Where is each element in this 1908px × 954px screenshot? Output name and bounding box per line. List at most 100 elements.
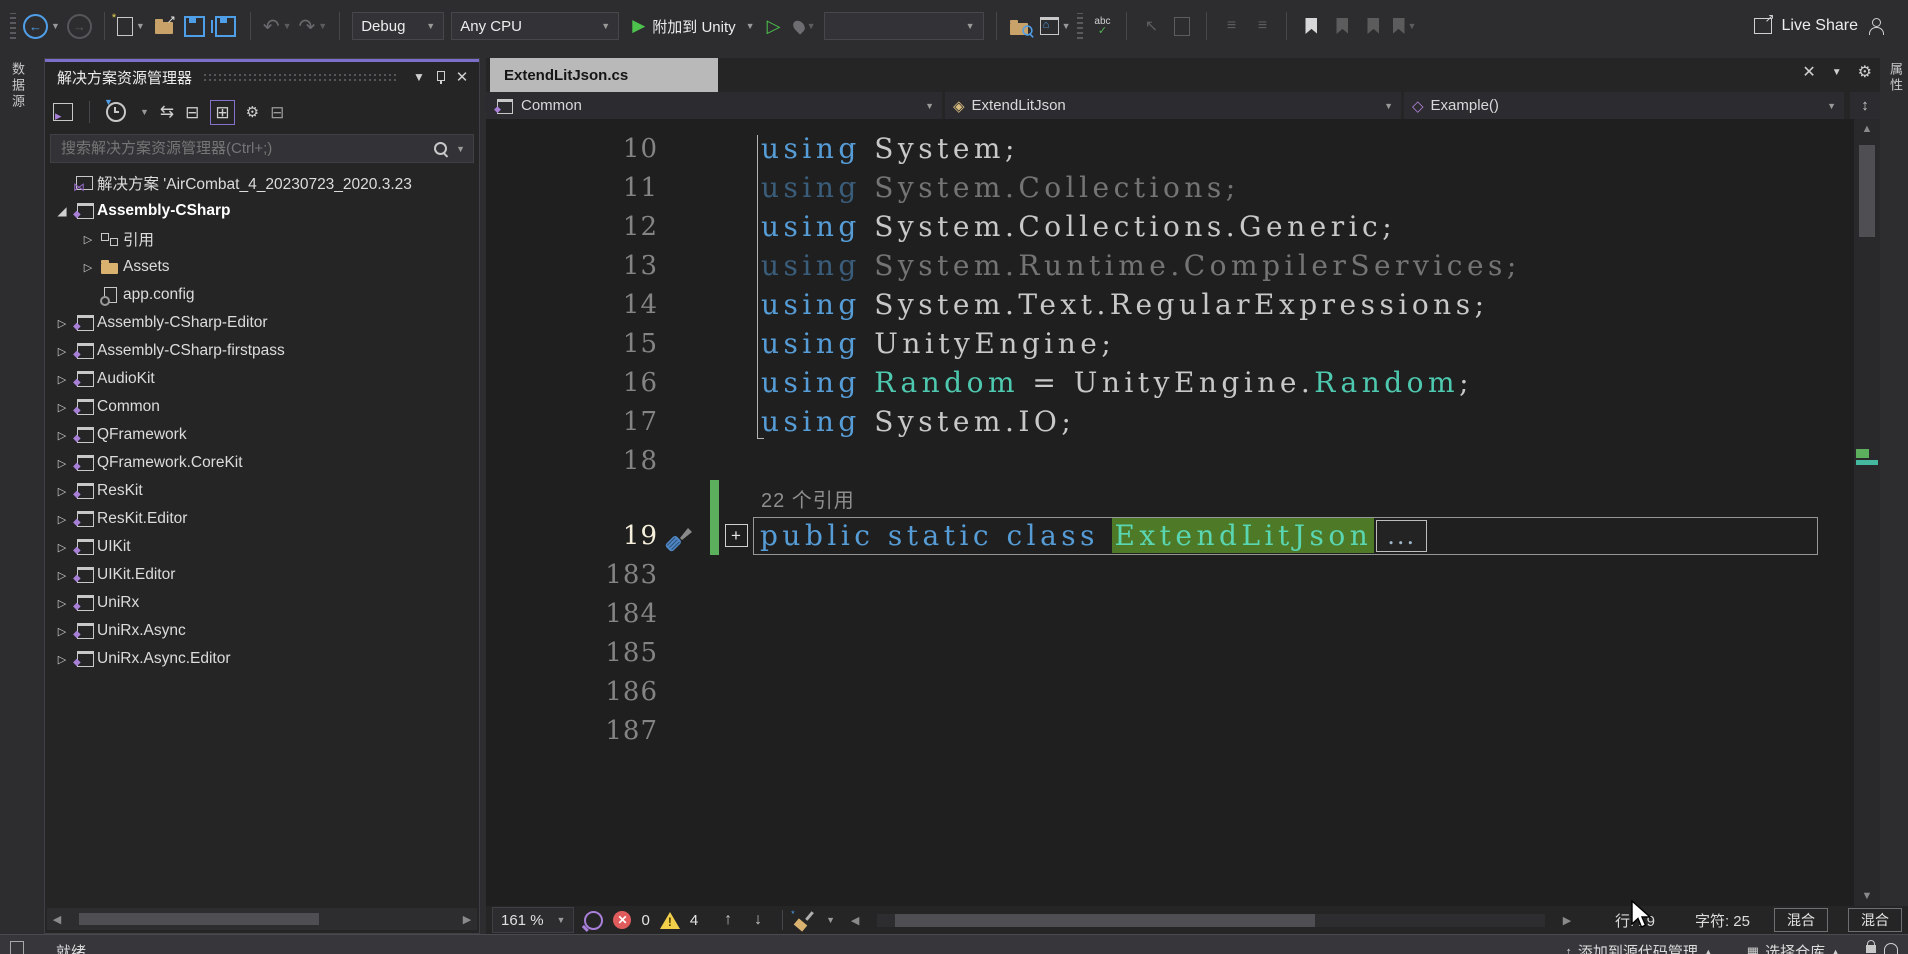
expand-region-button[interactable]: + <box>724 524 748 547</box>
expander-icon[interactable] <box>51 457 73 470</box>
code-line[interactable]: 16 using Random = UnityEngine.Random; <box>486 363 1854 402</box>
code-line[interactable]: 183 <box>486 555 1854 594</box>
properties-wrench-button[interactable]: ⚙ <box>246 103 259 121</box>
member-dropdown[interactable]: ◇ Example() ▼ <box>1404 92 1844 119</box>
code-editor[interactable]: 10 using System; 11 using System.Collection… <box>486 119 1854 906</box>
increase-indent-button[interactable]: ≡ <box>1250 10 1274 42</box>
select-repository-button[interactable]: ▦ 选择仓库 ▲ <box>1747 941 1840 954</box>
hscroll-thumb[interactable] <box>895 913 1316 927</box>
switch-views-button[interactable] <box>53 103 73 124</box>
add-to-source-control-button[interactable]: ↑ 添加到源代码管理 ▲ <box>1565 941 1712 954</box>
toolbar-grip[interactable] <box>1077 13 1084 39</box>
code-line[interactable]: 184 <box>486 594 1854 633</box>
quick-actions-icon[interactable] <box>664 525 694 555</box>
empty-dropdown[interactable]: ▼ <box>823 12 984 40</box>
selected-class-name[interactable]: ExtendLitJson <box>1112 518 1375 553</box>
error-icon[interactable]: ✕ <box>613 911 632 929</box>
zoom-dropdown[interactable]: 161 % ▼ <box>492 907 575 933</box>
previous-bookmark-button[interactable] <box>1330 10 1354 42</box>
preview-selected-items-toggle[interactable]: ⊞ <box>210 99 235 125</box>
warning-count[interactable]: 4 <box>690 912 698 929</box>
collapsed-class-declaration[interactable]: public static class ExtendLitJson ... <box>753 516 1818 555</box>
scroll-up-arrow[interactable]: ▲ <box>1854 123 1880 135</box>
code-line[interactable]: 18 <box>486 441 1854 480</box>
tree-item[interactable]: Common <box>45 393 479 421</box>
expander-icon[interactable] <box>51 541 73 554</box>
code-line[interactable]: 13 using System.Runtime.CompilerServices; <box>486 246 1854 285</box>
tree-item[interactable]: ResKit <box>45 477 479 505</box>
panel-drag-handle[interactable] <box>204 73 398 81</box>
search-input[interactable] <box>59 139 429 158</box>
tree-item[interactable]: ResKit.Editor <box>45 505 479 533</box>
toggle-bookmark-button[interactable] <box>1299 10 1323 42</box>
decrease-indent-button[interactable]: ≡ <box>1219 10 1243 42</box>
expander-icon[interactable] <box>51 485 73 498</box>
search-icon[interactable] <box>434 142 448 155</box>
undo-button[interactable]: ↶ ▼ <box>263 10 292 42</box>
window-position-dropdown[interactable]: ▼ <box>410 70 428 84</box>
code-line[interactable]: 186 <box>486 672 1854 711</box>
toolbar-grip[interactable] <box>10 13 16 39</box>
expander-icon[interactable] <box>51 569 73 582</box>
live-share-button[interactable]: Live Share <box>1782 17 1859 35</box>
notifications-bell-icon[interactable] <box>1884 943 1898 954</box>
clear-bookmarks-button[interactable]: ▼ <box>1392 10 1416 42</box>
save-button[interactable] <box>183 10 207 42</box>
tree-item[interactable]: AudioKit <box>45 365 479 393</box>
show-all-files-button[interactable]: ⊟ <box>270 104 284 121</box>
code-line[interactable]: 11 using System.Collections; <box>486 168 1854 207</box>
new-item-button[interactable]: * ▼ <box>112 10 145 42</box>
editor-hscrollbar[interactable] <box>877 913 1545 927</box>
close-document-button[interactable]: ✕ <box>1802 62 1815 82</box>
expander-icon[interactable] <box>51 317 73 330</box>
next-issue-button[interactable]: ↓ <box>754 911 762 929</box>
encoding-indicator[interactable]: 混合 <box>1774 908 1828 932</box>
search-options-dropdown[interactable]: ▼ <box>456 144 465 154</box>
hscroll-thumb[interactable] <box>79 913 319 925</box>
expander-icon[interactable] <box>77 233 99 246</box>
char-indicator[interactable]: 字符: 25 <box>1695 910 1750 931</box>
error-count[interactable]: 0 <box>641 912 649 929</box>
tree-item[interactable]: Assembly-CSharp-firstpass <box>45 337 479 365</box>
save-all-button[interactable] <box>211 10 238 42</box>
line-ending-indicator[interactable]: 混合 <box>1848 908 1902 932</box>
tree-item[interactable]: UIKit.Editor <box>45 561 479 589</box>
hscroll-left-arrow[interactable]: ◀ <box>845 914 865 927</box>
previous-issue-button[interactable]: ↑ <box>724 911 732 929</box>
expander-icon[interactable] <box>51 429 73 442</box>
warning-icon[interactable] <box>659 911 680 929</box>
scroll-down-arrow[interactable]: ▼ <box>1854 890 1880 902</box>
pending-changes-filter-button[interactable]: ▼ <box>104 97 126 122</box>
configuration-dropdown[interactable]: Debug ▼ <box>352 12 445 40</box>
expander-icon[interactable] <box>51 401 73 414</box>
next-bookmark-button[interactable] <box>1361 10 1385 42</box>
code-line[interactable]: 185 <box>486 633 1854 672</box>
code-health-icon[interactable] <box>584 910 604 930</box>
code-line-19[interactable]: 19 + public static class ExtendLitJson .… <box>486 516 1854 555</box>
code-line[interactable]: 15 using UnityEngine; <box>486 324 1854 363</box>
platform-dropdown[interactable]: Any CPU ▼ <box>451 12 620 40</box>
close-panel-button[interactable]: ✕ <box>453 68 471 86</box>
tree-item[interactable]: 解决方案 'AirCombat_4_20230723_2020.3.23 <box>45 169 479 197</box>
collapsed-region-ellipsis[interactable]: ... <box>1376 519 1428 552</box>
document-list-dropdown[interactable]: ▼ <box>1832 67 1842 78</box>
collapse-all-button[interactable]: ⊟ <box>185 104 199 121</box>
account-icon[interactable] <box>1868 18 1884 35</box>
tree-item[interactable]: QFramework <box>45 421 479 449</box>
properties-rail-tab[interactable]: 属性 <box>1886 62 1905 94</box>
code-cleanup-dropdown[interactable]: ▼ <box>826 915 835 925</box>
code-line[interactable]: 17 using System.IO; <box>486 402 1854 441</box>
tree-item[interactable]: Assembly-CSharp-Editor <box>45 309 479 337</box>
code-line[interactable]: 187 <box>486 711 1854 750</box>
code-line[interactable]: 10 using System; <box>486 129 1854 168</box>
data-sources-rail-tab[interactable]: 数据源 <box>8 62 27 110</box>
solution-search-box[interactable]: ▼ <box>50 134 474 163</box>
expander-icon[interactable] <box>51 597 73 610</box>
navigate-forward-button[interactable]: → <box>66 10 92 42</box>
tree-item[interactable]: UIKit <box>45 533 479 561</box>
gear-icon[interactable]: ⚙ <box>1858 62 1872 82</box>
scroll-right-arrow[interactable]: ▶ <box>457 913 477 926</box>
tree-item[interactable]: UniRx <box>45 589 479 617</box>
codelens-references[interactable]: 22 个引用 <box>753 484 855 513</box>
type-dropdown[interactable]: ◈ ExtendLitJson ▼ <box>945 92 1401 119</box>
